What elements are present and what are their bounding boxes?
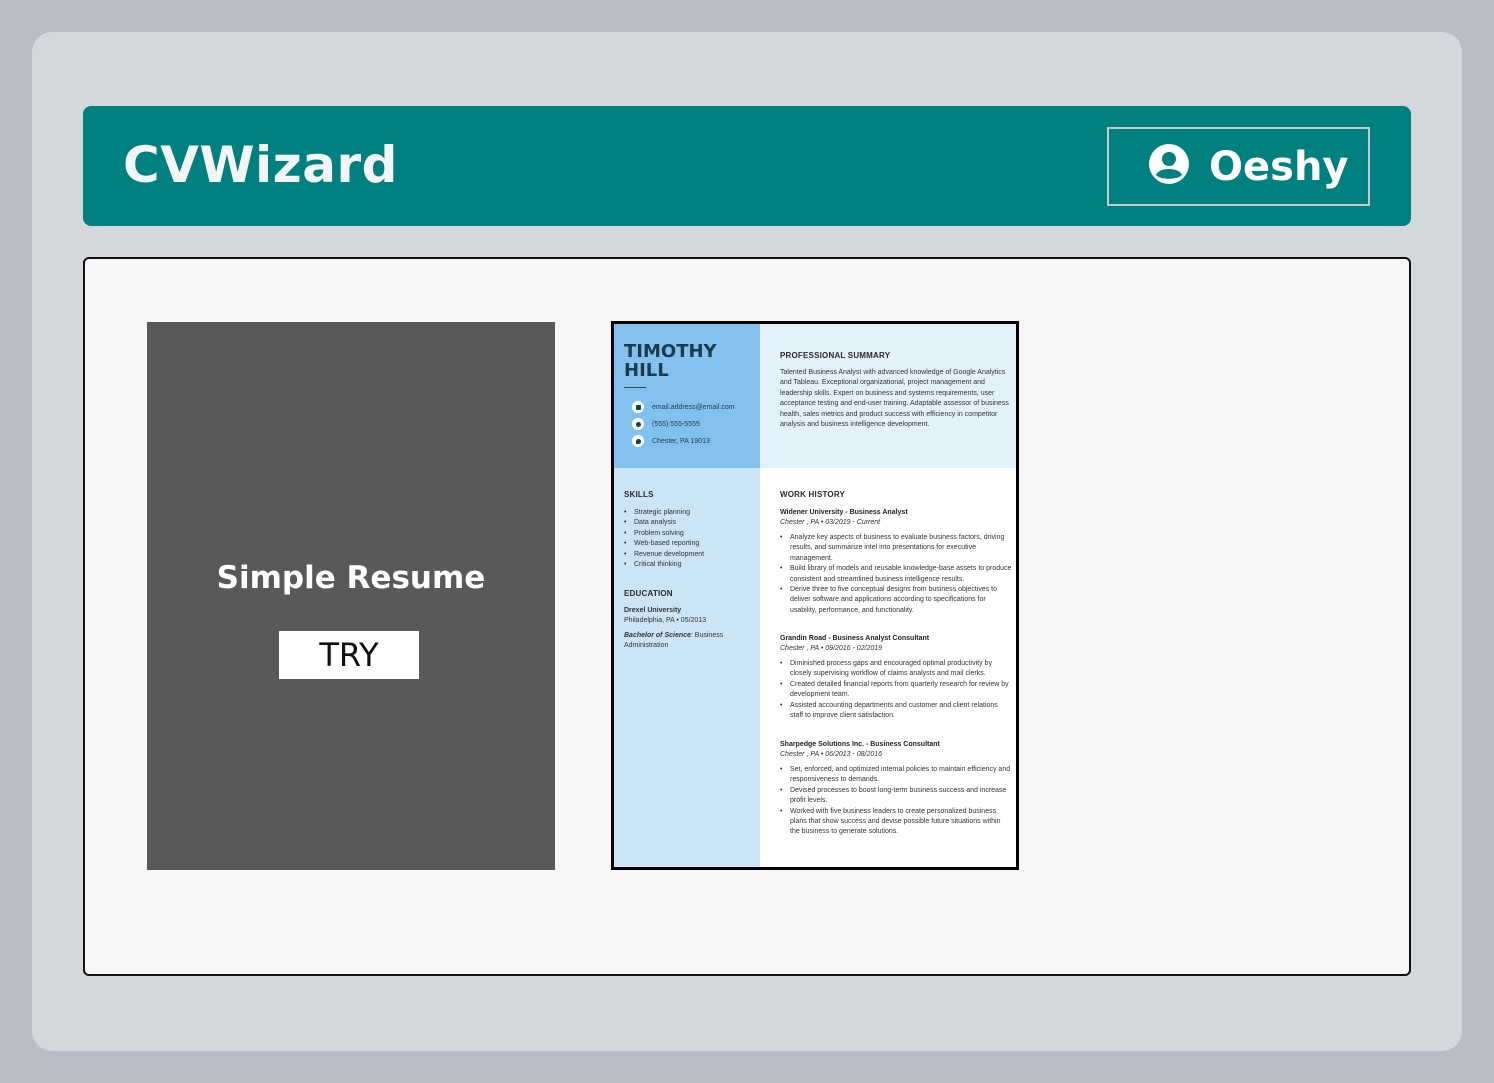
email-icon [632, 401, 644, 413]
job-title: Widener University - Business Analyst [780, 509, 908, 516]
job-meta: Chester , PA • 09/2016 - 02/2019 [780, 645, 883, 652]
job-title: Grandin Road - Business Analyst Consulta… [780, 635, 930, 642]
education-school: Drexel University [624, 607, 682, 614]
list-item: Build library of models and reusable kno… [780, 564, 1012, 585]
list-item: Problem solving [624, 529, 754, 540]
job-bullets: Set, enforced, and optimized internal po… [780, 765, 1012, 838]
template-card-simple-resume[interactable]: Simple Resume TRY [147, 322, 555, 870]
job-bullets: Diminished process gaps and encouraged o… [780, 659, 1012, 721]
user-account-button[interactable]: Oeshy [1107, 127, 1370, 206]
template-gallery: Simple Resume TRY TIMOTHY HILL email.add… [83, 257, 1411, 976]
list-item: Strategic planning [624, 508, 754, 519]
phone-icon [632, 418, 644, 430]
brand-logo[interactable]: CVWizard [123, 136, 398, 194]
work-heading: WORK HISTORY [780, 490, 846, 499]
education-heading: EDUCATION [624, 589, 673, 598]
list-item: Assisted accounting departments and cust… [780, 701, 1012, 722]
list-item: Created detailed financial reports from … [780, 680, 1012, 701]
list-item: Revenue development [624, 550, 754, 561]
list-item: Devised processes to boost long-term bus… [780, 786, 1012, 807]
skills-list: Strategic planning Data analysis Problem… [624, 508, 754, 571]
education-degree: Bachelor of Science: Business Administra… [624, 632, 724, 650]
location-icon [632, 435, 644, 447]
job-meta: Chester , PA • 06/2013 - 08/2016 [780, 751, 883, 758]
summary-heading: PROFESSIONAL SUMMARY [780, 351, 891, 360]
list-item: Set, enforced, and optimized internal po… [780, 765, 1012, 786]
list-item: Analyze key aspects of business to evalu… [780, 533, 1012, 564]
list-item: Data analysis [624, 518, 754, 529]
template-title: Simple Resume [216, 560, 486, 596]
contact-email: email.address@email.com [624, 401, 735, 413]
education-place: Philadelphia, PA • 05/2013 [624, 617, 707, 624]
skills-heading: SKILLS [624, 490, 654, 499]
job-bullets: Analyze key aspects of business to evalu… [780, 533, 1012, 616]
list-item: Derive three to five conceptual designs … [780, 585, 1012, 616]
summary-text: Talented Business Analyst with advanced … [780, 369, 1009, 429]
list-item: Diminished process gaps and encouraged o… [780, 659, 1012, 680]
name-divider [624, 387, 646, 388]
contact-phone: (555) 555-5555 [624, 418, 700, 430]
user-circle-icon [1147, 142, 1191, 191]
list-item: Worked with five business leaders to cre… [780, 807, 1012, 838]
list-item: Critical thinking [624, 560, 754, 571]
user-name: Oeshy [1209, 143, 1349, 190]
contact-location: Chester, PA 19013 [624, 435, 710, 447]
try-button[interactable]: TRY [279, 631, 419, 679]
job-meta: Chester , PA • 03/2019 - Current [780, 519, 881, 526]
resume-name: TIMOTHY HILL [624, 341, 717, 381]
top-bar: CVWizard Oeshy [83, 106, 1411, 226]
list-item: Web-based reporting [624, 539, 754, 550]
resume-preview[interactable]: TIMOTHY HILL email.address@email.com (55… [611, 321, 1019, 870]
job-title: Sharpedge Solutions Inc. - Business Cons… [780, 741, 940, 748]
